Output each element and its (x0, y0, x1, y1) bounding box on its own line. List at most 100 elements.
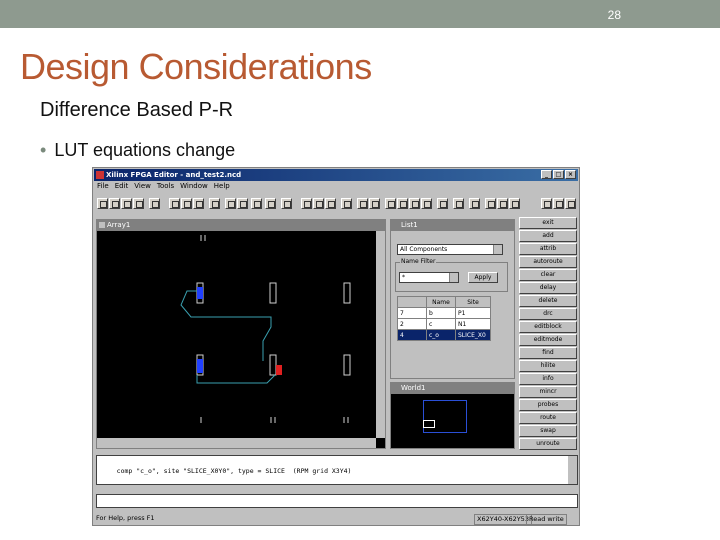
cmd-hilite-button[interactable]: hilite (519, 360, 577, 372)
world-viewport-rect[interactable] (423, 400, 467, 433)
cmd-exit-button[interactable]: exit (519, 217, 577, 229)
cmd-editblock-button[interactable]: editblock (519, 321, 577, 333)
close-button[interactable]: × (565, 170, 576, 179)
grid-icon[interactable] (209, 198, 220, 209)
cmd-find-button[interactable]: find (519, 347, 577, 359)
component-filter-select[interactable]: All Components (397, 244, 503, 255)
slide-title: Design Considerations (20, 46, 372, 87)
chevron-down-icon[interactable] (449, 273, 458, 282)
cmd-mincr-button[interactable]: mincr (519, 386, 577, 398)
arrange-icon[interactable] (437, 198, 448, 209)
tile-icon[interactable] (453, 198, 464, 209)
open-file-icon[interactable] (109, 198, 120, 209)
block-view-icon[interactable] (251, 198, 262, 209)
world-window-icon[interactable] (509, 198, 520, 209)
table-row-selected[interactable]: 4 c_o SLICE_X0 (397, 329, 491, 341)
array-horizontal-scrollbar[interactable] (97, 438, 376, 448)
cell-index: 4 (397, 329, 427, 341)
routed-net (180, 290, 276, 384)
toolbar-scroll-left-icon[interactable] (541, 198, 552, 209)
zoom-fit-icon[interactable] (301, 198, 312, 209)
cut-icon[interactable] (149, 198, 160, 209)
array-window-title: Array1 (107, 221, 131, 229)
command-line-input[interactable] (96, 494, 578, 508)
array-window[interactable]: Array1 (96, 219, 386, 449)
cell-name: b (426, 307, 456, 319)
slice-view-icon[interactable] (281, 198, 292, 209)
history-scrollbar[interactable] (568, 456, 577, 484)
stop-icon[interactable] (397, 198, 408, 209)
cell-site: N1 (455, 318, 491, 330)
status-help-text: For Help, press F1 (96, 514, 155, 522)
list-view-icon[interactable] (225, 198, 236, 209)
route-icon[interactable] (357, 198, 368, 209)
zoom-in-icon[interactable] (313, 198, 324, 209)
copy-icon[interactable] (169, 198, 180, 209)
array-vertical-scrollbar[interactable] (376, 231, 385, 438)
array-window-icon[interactable] (497, 198, 508, 209)
world-view-box[interactable] (423, 420, 435, 428)
name-filter-value: * (402, 274, 405, 281)
fpga-array-canvas[interactable] (97, 231, 377, 440)
cmd-info-button[interactable]: info (519, 373, 577, 385)
table-row[interactable]: 2 c N1 (397, 318, 491, 330)
cell-index: 2 (397, 318, 427, 330)
toolbar-close-icon[interactable] (565, 198, 576, 209)
save-icon[interactable] (121, 198, 132, 209)
cmd-autoroute-button[interactable]: autoroute (519, 256, 577, 268)
col-header-site[interactable]: Site (455, 296, 491, 308)
menu-tools[interactable]: Tools (157, 182, 174, 193)
cmd-delete-button[interactable]: delete (519, 295, 577, 307)
menu-file[interactable]: File (97, 182, 109, 193)
cmd-clear-button[interactable]: clear (519, 269, 577, 281)
cmd-editmode-button[interactable]: editmode (519, 334, 577, 346)
list-window-titlebar: List1 (391, 220, 514, 231)
history-panel[interactable]: comp "c_o", site "SLICE_X0Y0", type = SL… (96, 455, 578, 485)
menu-help[interactable]: Help (214, 182, 230, 193)
unroute-icon[interactable] (369, 198, 380, 209)
cmd-unroute-button[interactable]: unroute (519, 438, 577, 450)
chevron-down-icon[interactable] (493, 245, 502, 254)
window-list-icon[interactable] (485, 198, 496, 209)
cmd-probes-button[interactable]: probes (519, 399, 577, 411)
col-header-name[interactable]: Name (426, 296, 456, 308)
pin-view-icon[interactable] (265, 198, 276, 209)
properties-icon[interactable] (193, 198, 204, 209)
paste-icon[interactable] (181, 198, 192, 209)
window-titlebar: Xilinx FPGA Editor - and_test2.ncd _ □ × (94, 169, 578, 181)
find-icon[interactable] (385, 198, 396, 209)
zoom-out-icon[interactable] (325, 198, 336, 209)
menu-bar: File Edit View Tools Window Help (95, 182, 230, 193)
app-icon (96, 171, 104, 179)
maximize-button[interactable]: □ (553, 170, 564, 179)
world-window[interactable]: World1 (390, 382, 515, 449)
cmd-delay-button[interactable]: delay (519, 282, 577, 294)
cascade-icon[interactable] (469, 198, 480, 209)
cmd-attrib-button[interactable]: attrib (519, 243, 577, 255)
apply-button[interactable]: Apply (468, 272, 498, 283)
component-filter-value: All Components (400, 246, 448, 253)
status-coordinates: X62Y40-X62Y53 (474, 514, 532, 525)
cmd-swap-button[interactable]: swap (519, 425, 577, 437)
cmd-route-button[interactable]: route (519, 412, 577, 424)
history-line: comp "c_o", site "SLICE_X0Y0", type = SL… (116, 467, 352, 475)
print-icon[interactable] (133, 198, 144, 209)
cmd-drc-button[interactable]: drc (519, 308, 577, 320)
menu-window[interactable]: Window (180, 182, 208, 193)
menu-edit[interactable]: Edit (115, 182, 129, 193)
minimize-button[interactable]: _ (541, 170, 552, 179)
slice-block (343, 354, 351, 376)
table-row[interactable]: 7 b P1 (397, 307, 491, 319)
col-header-index[interactable] (397, 296, 427, 308)
cmd-add-button[interactable]: add (519, 230, 577, 242)
name-filter-input[interactable]: * (399, 272, 459, 283)
layout-view-icon[interactable] (237, 198, 248, 209)
probe-icon[interactable] (409, 198, 420, 209)
world-window-title: World1 (401, 384, 426, 392)
name-filter-label: Name Filter (400, 258, 437, 265)
toolbar-scroll-right-icon[interactable] (553, 198, 564, 209)
help-icon[interactable] (421, 198, 432, 209)
menu-view[interactable]: View (134, 182, 151, 193)
new-file-icon[interactable] (97, 198, 108, 209)
zoom-box-icon[interactable] (341, 198, 352, 209)
